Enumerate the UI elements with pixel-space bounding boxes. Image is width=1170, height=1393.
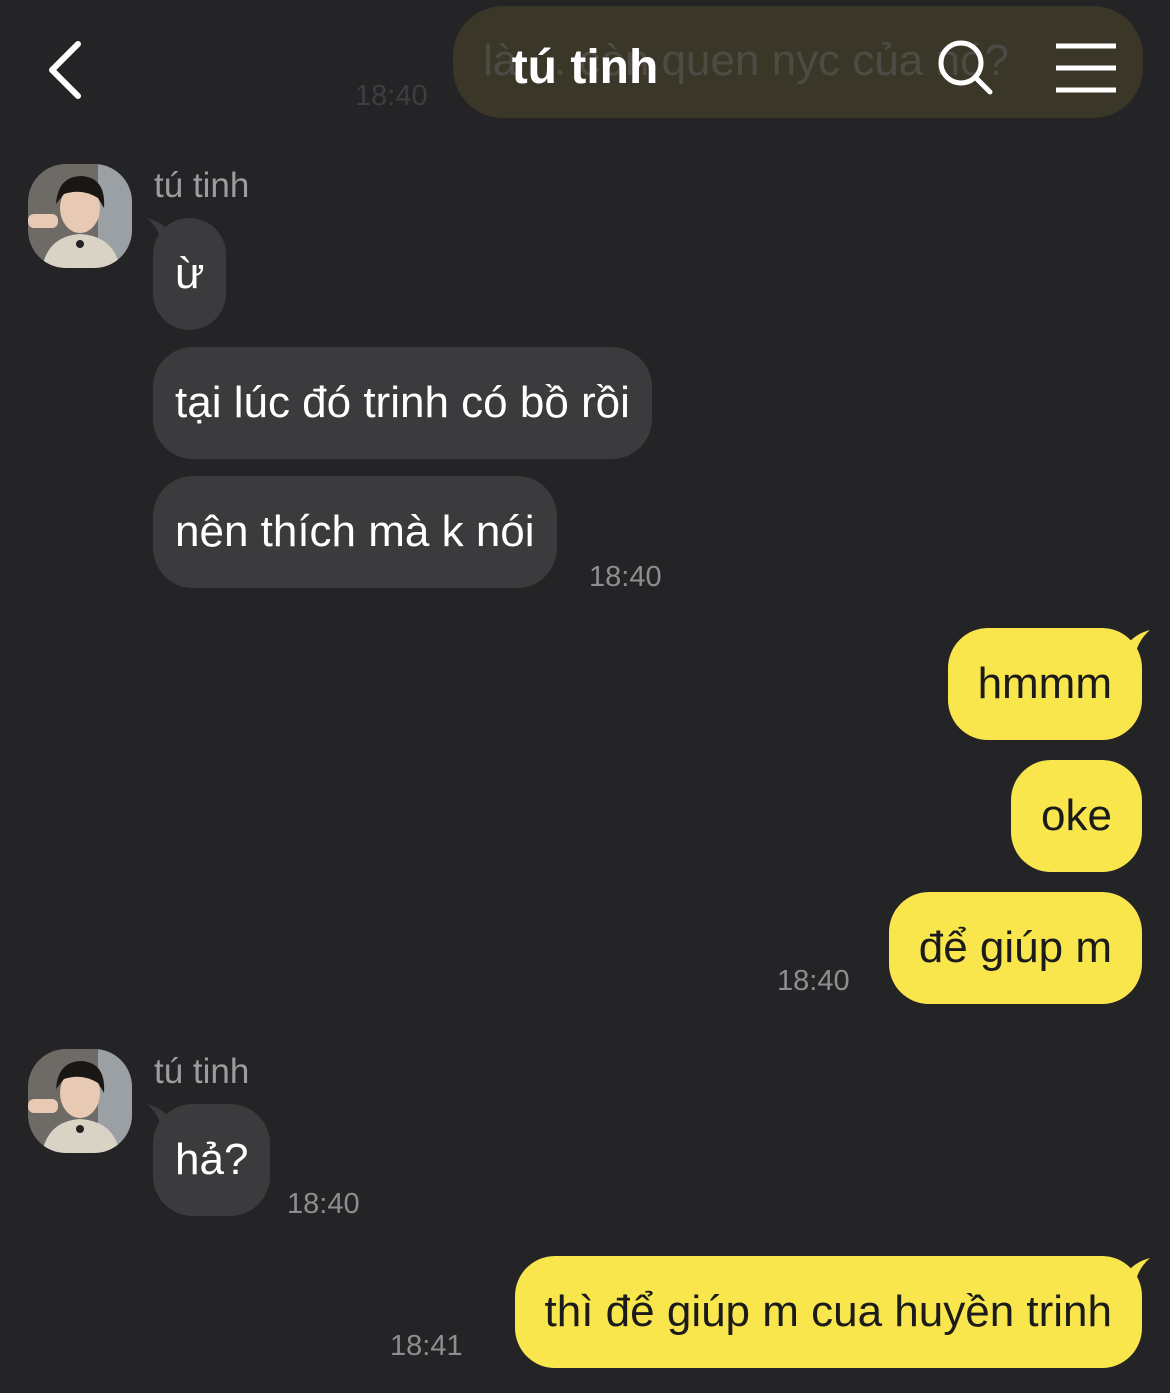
message-bubble-outgoing[interactable]: oke <box>1011 760 1142 872</box>
sender-name: tú tinh <box>154 1052 250 1091</box>
message-bubble-outgoing[interactable]: để giúp m <box>888 892 1142 1004</box>
message-time: 18:40 <box>287 1188 360 1220</box>
search-button[interactable] <box>930 32 1002 104</box>
message-time: 18:41 <box>390 1330 463 1362</box>
profile-photo-icon <box>28 1049 132 1153</box>
message-bubble-incoming[interactable]: tại lúc đó trinh có bồ rồi <box>153 347 652 459</box>
message-bubble-outgoing[interactable]: hmmm <box>947 628 1142 740</box>
message-time: 18:40 <box>589 561 662 593</box>
message-bubble-incoming[interactable]: nên thích mà k nói <box>153 476 557 588</box>
profile-photo-icon <box>28 164 132 268</box>
hamburger-menu-icon <box>1056 43 1116 93</box>
search-icon <box>938 40 993 95</box>
message-time: 18:40 <box>777 965 850 997</box>
chat-screen: là ... còn quen nyc của nó? 18:40 tú tin… <box>0 0 1170 1393</box>
message-bubble-outgoing[interactable]: thì để giúp m cua huyền trinh <box>514 1256 1142 1368</box>
menu-button[interactable] <box>1050 32 1122 104</box>
sender-name: tú tinh <box>154 166 250 205</box>
avatar[interactable] <box>28 1049 132 1153</box>
message-bubble-incoming[interactable]: ừ <box>153 218 227 330</box>
message-bubble-incoming[interactable]: hả? <box>153 1104 271 1216</box>
avatar[interactable] <box>28 164 132 268</box>
chat-header: tú tinh <box>0 0 1170 140</box>
